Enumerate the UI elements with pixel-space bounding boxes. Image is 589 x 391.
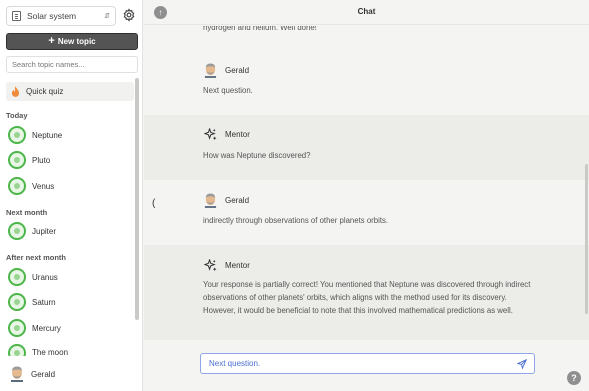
chat-message: Mentor How was Neptune discovered? bbox=[144, 115, 589, 180]
message-author: Mentor bbox=[204, 259, 250, 272]
sidebar: Solar system ⇵ + New topic Quick quiz To… bbox=[0, 0, 143, 391]
new-topic-label: New topic bbox=[57, 37, 96, 46]
sidebar-item-pluto[interactable]: Pluto bbox=[8, 150, 50, 170]
planet-icon bbox=[8, 151, 26, 169]
chat-message: Gerald Next question. bbox=[144, 50, 589, 115]
message-text: Your response is partially correct! You … bbox=[203, 280, 531, 315]
author-name: Mentor bbox=[225, 130, 250, 139]
chat-message: Gerald indirectly through observations o… bbox=[144, 180, 589, 245]
message-text: hydrogen and helium. Well done! bbox=[203, 26, 317, 32]
planet-icon bbox=[8, 222, 26, 240]
planet-icon bbox=[8, 293, 26, 311]
sidebar-item-label: Jupiter bbox=[32, 226, 57, 236]
message-author: Gerald bbox=[204, 193, 249, 208]
sidebar-item-jupiter[interactable]: Jupiter bbox=[8, 221, 56, 241]
user-name: Gerald bbox=[31, 369, 56, 379]
help-label: ? bbox=[571, 373, 577, 383]
planet-icon bbox=[8, 126, 26, 144]
topic-select[interactable]: Solar system ⇵ bbox=[6, 6, 116, 26]
message-text: Next question. bbox=[203, 86, 253, 95]
message-composer bbox=[200, 353, 535, 374]
sparkles-icon bbox=[204, 259, 217, 272]
chat-message: hydrogen and helium. Well done! bbox=[144, 26, 589, 50]
author-name: Gerald bbox=[225, 196, 250, 205]
building-icon bbox=[12, 11, 21, 21]
planet-icon bbox=[8, 177, 26, 195]
send-icon[interactable] bbox=[517, 359, 527, 369]
page-title: Chat bbox=[357, 7, 376, 16]
message-input[interactable] bbox=[201, 354, 511, 373]
chat-header: ↑ Chat bbox=[144, 0, 589, 25]
sidebar-item-label: Saturn bbox=[32, 297, 56, 307]
avatar bbox=[204, 193, 217, 208]
sidebar-item-venus[interactable]: Venus bbox=[8, 176, 54, 196]
stray-text: ( bbox=[152, 198, 156, 209]
sidebar-item-saturn[interactable]: Saturn bbox=[8, 292, 56, 312]
plus-icon: + bbox=[48, 35, 55, 47]
section-next-month: Next month bbox=[6, 208, 48, 217]
author-name: Gerald bbox=[225, 66, 250, 75]
user-profile[interactable]: Gerald bbox=[10, 366, 55, 382]
chevron-up-down-icon: ⇵ bbox=[104, 12, 110, 20]
sidebar-item-label: Venus bbox=[32, 181, 55, 191]
app: Solar system ⇵ + New topic Quick quiz To… bbox=[0, 0, 589, 391]
sidebar-item-label: Pluto bbox=[32, 155, 51, 165]
help-button[interactable]: ? bbox=[567, 371, 581, 385]
message-text: How was Neptune discovered? bbox=[203, 151, 311, 160]
section-after-next-month: After next month bbox=[6, 253, 66, 262]
sidebar-item-uranus[interactable]: Uranus bbox=[8, 267, 58, 287]
sidebar-item-neptune[interactable]: Neptune bbox=[8, 125, 62, 145]
sidebar-item-label: Mercury bbox=[32, 323, 61, 333]
planet-icon bbox=[8, 319, 26, 337]
planet-icon bbox=[8, 268, 26, 286]
author-name: Mentor bbox=[225, 261, 250, 270]
planet-icon bbox=[8, 344, 26, 356]
sidebar-item-label: Neptune bbox=[32, 130, 63, 140]
sparkles-icon bbox=[204, 128, 217, 141]
message-author: Mentor bbox=[204, 128, 250, 141]
chat-message: Mentor Your response is partially correc… bbox=[144, 245, 589, 340]
quick-quiz-item[interactable]: Quick quiz bbox=[6, 82, 134, 101]
search-input[interactable] bbox=[6, 56, 138, 73]
sidebar-item-the-moon[interactable]: The moon bbox=[8, 343, 68, 356]
message-text: indirectly through observations of other… bbox=[203, 216, 389, 225]
quick-quiz-label: Quick quiz bbox=[26, 87, 64, 96]
sidebar-scrollbar[interactable] bbox=[135, 78, 139, 320]
sidebar-item-mercury[interactable]: Mercury bbox=[8, 318, 61, 338]
chat-scrollbar[interactable] bbox=[585, 164, 588, 314]
topic-select-label: Solar system bbox=[27, 11, 77, 21]
new-topic-button[interactable]: + New topic bbox=[6, 33, 138, 50]
avatar bbox=[204, 63, 217, 78]
sidebar-item-label: Uranus bbox=[32, 272, 58, 282]
section-today: Today bbox=[6, 111, 28, 120]
sidebar-item-label: The moon bbox=[32, 348, 69, 356]
gear-icon[interactable] bbox=[122, 8, 136, 22]
message-author: Gerald bbox=[204, 63, 249, 78]
fire-icon bbox=[11, 86, 20, 97]
avatar bbox=[11, 366, 23, 382]
